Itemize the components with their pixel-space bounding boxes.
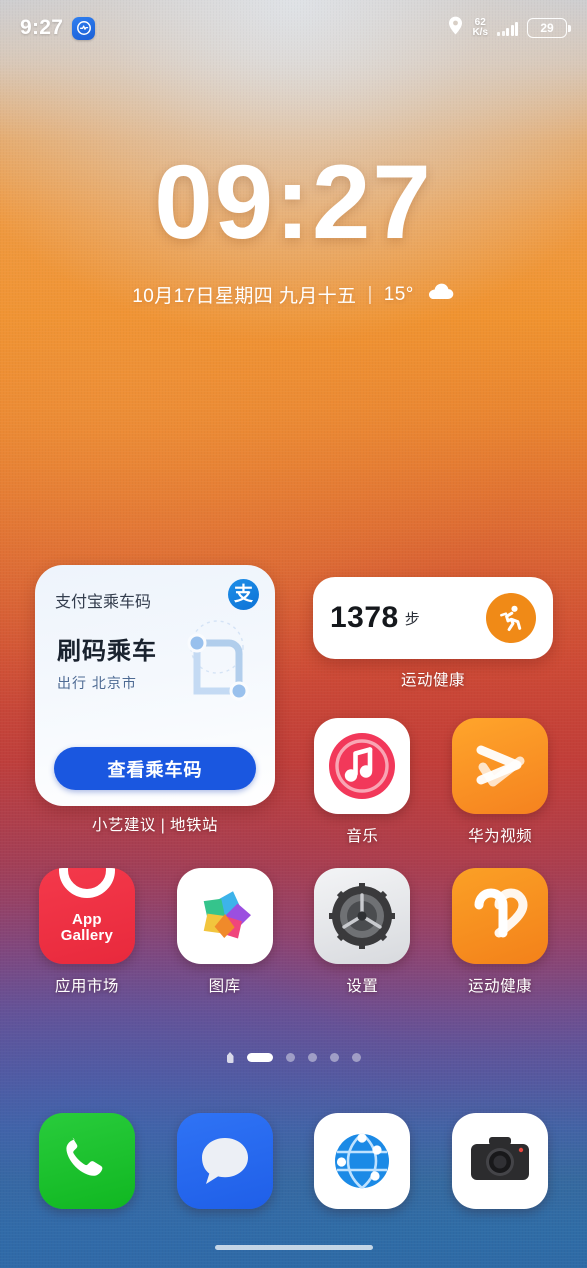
- transit-widget-subtitle: 出行 北京市: [57, 675, 137, 691]
- music-note-icon[interactable]: [314, 718, 411, 814]
- appgallery-bag-handle: [58, 868, 115, 898]
- page-dot-2[interactable]: [285, 1053, 295, 1062]
- home-page-icon[interactable]: [226, 1052, 234, 1063]
- status-bar-clock: 9:27: [20, 16, 64, 39]
- location-pin-icon: [448, 16, 463, 40]
- app-label: 应用市场: [54, 978, 119, 995]
- camera-icon[interactable]: [452, 1113, 549, 1209]
- network-speed-unit: K/s: [472, 27, 488, 38]
- app-label: 运动健康: [468, 978, 533, 995]
- app-gallery[interactable]: 图库: [156, 868, 294, 996]
- appgallery-word-line2: Gallery: [60, 926, 114, 944]
- steps-widget[interactable]: 1378 步: [313, 577, 553, 659]
- page-indicator[interactable]: [0, 1052, 587, 1063]
- clock-date: 10月17日星期四 九月十五: [132, 286, 357, 307]
- clock-subline: 10月17日星期四 九月十五 | 15°: [132, 281, 454, 308]
- network-speed-indicator: 62 K/s: [472, 17, 488, 38]
- app-label: 华为视频: [468, 828, 533, 845]
- clock-separator: |: [367, 283, 373, 305]
- clock-time: 09:27: [154, 144, 433, 261]
- transit-widget-title: 支付宝乘车码: [55, 594, 152, 611]
- health-app-icon[interactable]: [72, 16, 96, 40]
- subway-route-icon: [167, 613, 267, 713]
- grid-spacer: [156, 718, 294, 814]
- dock: [0, 1113, 587, 1209]
- clock-temperature: 15°: [383, 283, 414, 305]
- signal-bars-icon: [497, 21, 518, 36]
- app-appgallery[interactable]: App Gallery 应用市场: [18, 868, 156, 996]
- page-dot-1[interactable]: [246, 1053, 273, 1062]
- phone-icon[interactable]: [38, 1113, 135, 1209]
- transit-widget-headline: 刷码乘车: [57, 638, 157, 665]
- heart-health-icon[interactable]: [452, 868, 549, 964]
- message-bubble-icon[interactable]: [176, 1113, 273, 1209]
- status-bar-right: 62 K/s 29: [448, 16, 571, 40]
- clock-widget[interactable]: 09:27 10月17日星期四 九月十五 | 15°: [0, 150, 587, 308]
- app-gallery-icon[interactable]: App Gallery: [38, 868, 135, 964]
- globe-icon[interactable]: [314, 1113, 411, 1209]
- grid-spacer: [18, 718, 156, 814]
- appgallery-word-line1: App: [71, 911, 102, 928]
- page-dot-3[interactable]: [307, 1053, 317, 1062]
- app-music[interactable]: 音乐: [294, 718, 432, 846]
- appgallery-wordmark: App Gallery: [39, 912, 135, 944]
- app-settings[interactable]: 设置: [294, 868, 432, 996]
- status-bar-left: 9:27: [20, 16, 96, 40]
- page-dot-5[interactable]: [351, 1053, 361, 1062]
- app-label: 设置: [346, 978, 379, 995]
- page-dot-4[interactable]: [329, 1053, 339, 1062]
- steps-widget-label: 运动健康: [400, 672, 465, 689]
- app-grid: 音乐 华为视频 App Gallery 应用市场 图库 设置 运动健康: [0, 718, 587, 996]
- home-gesture-bar[interactable]: [214, 1245, 373, 1250]
- app-huawei-video[interactable]: 华为视频: [431, 718, 569, 846]
- status-bar: 9:27 62 K/s 29: [0, 0, 587, 56]
- battery-indicator: 29: [527, 18, 571, 38]
- gear-icon[interactable]: [314, 868, 411, 964]
- battery-level-text: 29: [540, 21, 554, 35]
- app-label: 图库: [208, 978, 241, 995]
- cloud-icon: [425, 282, 455, 307]
- steps-count: 1378: [330, 601, 399, 634]
- alipay-logo-icon: 支: [228, 579, 259, 610]
- steps-unit: 步: [404, 610, 420, 628]
- gallery-flower-icon[interactable]: [176, 868, 273, 964]
- app-label: 音乐: [346, 828, 379, 845]
- running-person-icon: [486, 593, 536, 643]
- play-arrow-icon[interactable]: [452, 718, 549, 814]
- app-health[interactable]: 运动健康: [431, 868, 569, 996]
